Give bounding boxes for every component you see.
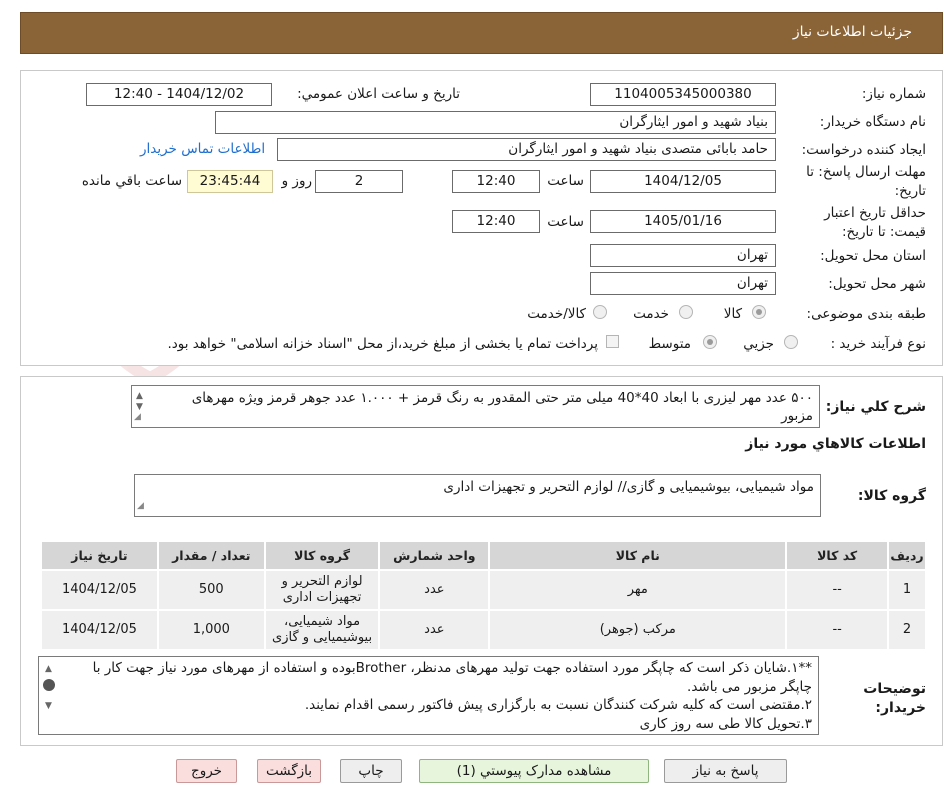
summary-text: ۵۰۰ عدد مهر لیزری با ابعاد 40*40 میلی مت…	[191, 390, 813, 424]
remaining-time-field: 23:45:44	[187, 170, 273, 193]
process-minor-radio[interactable]	[784, 335, 798, 349]
validity-time-label: ساعت	[547, 214, 584, 230]
process-minor-label: جزیي	[743, 336, 774, 352]
category-goods-service-label: کالا/خدمت	[527, 306, 586, 322]
page-header: جزئیات اطلاعات نیاز	[20, 12, 943, 54]
resize-handle-icon[interactable]: ◢	[134, 408, 141, 426]
deadline-date-field[interactable]: 1404/12/05	[590, 170, 776, 193]
print-button[interactable]: چاپ	[340, 759, 402, 783]
province-label: استان محل تحویل:	[820, 248, 926, 264]
scroll-thumb-icon[interactable]	[43, 679, 55, 691]
treasury-payment-note: پرداخت تمام یا بخشی از مبلغ خرید،از محل …	[167, 336, 598, 352]
notes-line: **۱.شایان ذکر است که چاپگر مورد استفاده …	[92, 660, 812, 695]
table-row: 2 -- مرکب (جوهر) عدد مواد شیمیایی، بیوشی…	[40, 609, 927, 651]
notes-line: ۲.مقتضی است که کلیه شرکت کنندگان نسبت به…	[304, 697, 812, 713]
category-goods-label: کالا	[723, 306, 742, 322]
scroll-down-icon[interactable]: ▼	[45, 697, 52, 716]
buyer-contact-link[interactable]: اطلاعات تماس خریدار	[140, 141, 265, 157]
resize-handle-icon[interactable]: ◢	[137, 497, 144, 515]
goods-group-text: مواد شیمیایی، بیوشیمیایی و گازی// لوازم …	[443, 479, 814, 495]
creator-label: ایجاد کننده درخواست:	[801, 142, 926, 158]
deadline-time-field[interactable]: 12:40	[452, 170, 540, 193]
process-medium-radio[interactable]	[703, 335, 717, 349]
cell-need-date: 1404/12/05	[40, 609, 159, 651]
creator-field[interactable]: حامد بابائی متصدی بنیاد شهید و امور ایثا…	[277, 138, 776, 161]
col-item-code: کد کالا	[785, 540, 890, 571]
col-quantity: تعداد / مقدار	[156, 540, 266, 571]
cell-row-number: 1	[887, 569, 927, 611]
buyer-org-label: نام دستگاه خريدار:	[819, 114, 926, 130]
category-goods-radio[interactable]	[752, 305, 766, 319]
goods-table: ردیف کد کالا نام کالا واحد شمارش گروه کا…	[40, 540, 927, 651]
city-label: شهر محل تحویل:	[828, 276, 926, 292]
col-item-name: نام کالا	[488, 540, 788, 571]
validity-label: حداقل تاریخ اعتبار قیمت: تا تاریخ:	[824, 205, 926, 240]
process-label: نوع فرآیند خرید :	[830, 336, 926, 352]
cell-unit: عدد	[378, 609, 491, 651]
col-row-number: ردیف	[887, 540, 927, 571]
goods-group-textarea[interactable]: مواد شیمیایی، بیوشیمیایی و گازی// لوازم …	[134, 474, 821, 517]
validity-time-field[interactable]: 12:40	[452, 210, 540, 233]
cell-item-code: --	[785, 609, 890, 651]
reply-to-need-button[interactable]: پاسخ به نیاز	[664, 759, 787, 783]
category-label: طبقه بندی موضوعی:	[806, 306, 926, 322]
cell-item-code: --	[785, 569, 890, 611]
category-goods-service-radio[interactable]	[593, 305, 607, 319]
scroll-up-icon[interactable]: ▲	[45, 660, 52, 679]
cell-item-name: مهر	[488, 569, 788, 611]
buyer-org-field[interactable]: بنیاد شهید و امور ایثارگران	[215, 111, 776, 134]
cell-item-group: مواد شیمیایی، بیوشیمیایی و گازی	[263, 609, 381, 651]
days-field[interactable]: 2	[315, 170, 403, 193]
goods-group-label: گروه کالا:	[857, 488, 926, 504]
deadline-time-label: ساعت	[547, 173, 584, 189]
buyer-notes-label: توضیحات خریدار:	[863, 681, 926, 716]
table-row: 1 -- مهر عدد لوازم التحریر و تجهیزات ادا…	[40, 569, 927, 611]
col-need-date: تاریخ نیاز	[40, 540, 159, 571]
category-service-radio[interactable]	[679, 305, 693, 319]
validity-date-field[interactable]: 1405/01/16	[590, 210, 776, 233]
cell-need-date: 1404/12/05	[40, 569, 159, 611]
city-field[interactable]: تهران	[590, 272, 776, 295]
cell-quantity: 1,000	[156, 609, 266, 651]
province-field[interactable]: تهران	[590, 244, 776, 267]
category-service-label: خدمت	[633, 306, 669, 322]
announce-datetime-field[interactable]: 1404/12/02 - 12:40	[86, 83, 272, 106]
days-label: روز و	[281, 173, 312, 189]
summary-label: شرح کلي نیاز:	[825, 399, 926, 415]
cell-row-number: 2	[887, 609, 927, 651]
buyer-notes-textarea[interactable]: **۱.شایان ذکر است که چاپگر مورد استفاده …	[38, 656, 819, 735]
need-number-field[interactable]: 1104005345000380	[590, 83, 776, 106]
view-attachments-button[interactable]: مشاهده مدارک پیوستي (1)	[419, 759, 649, 783]
page-title: جزئیات اطلاعات نیاز	[792, 24, 912, 40]
cell-unit: عدد	[378, 569, 491, 611]
back-button[interactable]: بازگشت	[257, 759, 321, 783]
col-unit: واحد شمارش	[378, 540, 491, 571]
exit-button[interactable]: خروج	[176, 759, 237, 783]
cell-item-name: مرکب (جوهر)	[488, 609, 788, 651]
col-item-group: گروه کالا	[263, 540, 381, 571]
announce-label: تاریخ و ساعت اعلان عمومي:	[297, 86, 460, 102]
need-number-label: شماره نیاز:	[861, 86, 926, 102]
remaining-label: ساعت باقي مانده	[81, 173, 182, 189]
treasury-payment-checkbox[interactable]	[606, 335, 619, 348]
deadline-label: مهلت ارسال پاسخ: تا تاریخ:	[806, 164, 926, 199]
table-header-row: ردیف کد کالا نام کالا واحد شمارش گروه کا…	[40, 540, 927, 571]
cell-item-group: لوازم التحریر و تجهیزات اداری	[263, 569, 381, 611]
goods-section-title: اطلاعات کالاهاي مورد نیاز	[745, 436, 926, 452]
summary-textarea[interactable]: ۵۰۰ عدد مهر لیزری با ابعاد 40*40 میلی مت…	[131, 385, 820, 428]
notes-line: ۳.تحویل کالا طی سه روز کاری	[639, 715, 812, 732]
cell-quantity: 500	[156, 569, 266, 611]
process-medium-label: متوسط	[648, 336, 691, 352]
